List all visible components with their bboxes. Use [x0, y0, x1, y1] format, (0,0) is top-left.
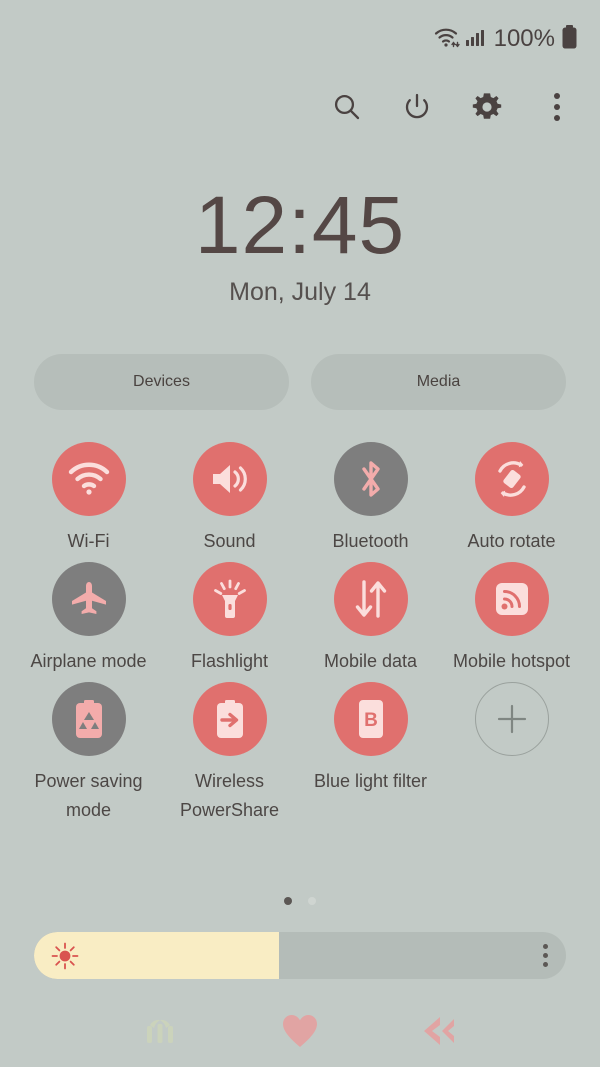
brightness-slider[interactable]	[34, 932, 566, 979]
tile-blue-light-filter[interactable]: B Blue light filter	[300, 682, 441, 825]
tile-auto-rotate[interactable]: Auto rotate	[441, 442, 582, 556]
tile-row: Wi-Fi Sound Bluetooth Auto rotate	[18, 442, 582, 556]
search-icon[interactable]	[328, 88, 366, 126]
media-button[interactable]: Media	[311, 354, 566, 410]
tile-label: Bluetooth	[332, 531, 409, 551]
tile-row: Power saving mode Wireless PowerShare B	[18, 682, 582, 825]
tile-wifi[interactable]: Wi-Fi	[18, 442, 159, 556]
tile-power-saving-mode[interactable]: Power saving mode	[18, 682, 159, 825]
shortcut-pill-row: Devices Media	[34, 354, 566, 410]
add-tile-icon	[474, 682, 549, 756]
status-icons: 100%	[434, 24, 578, 55]
brightness-sun-icon	[50, 941, 80, 971]
tile-label: Wi-Fi	[67, 531, 110, 551]
back-button[interactable]	[408, 1008, 472, 1060]
tile-label: Sound	[203, 531, 256, 551]
battery-percent-label: 100%	[493, 25, 555, 52]
blue-light-filter-icon: B	[333, 682, 408, 756]
tile-label: Power saving mode	[34, 771, 143, 820]
power-saving-icon	[51, 682, 126, 756]
mobile-data-icon	[333, 562, 408, 636]
clock-date: Mon, July 14	[229, 278, 371, 306]
tile-label: Airplane mode	[30, 651, 147, 671]
tile-mobile-data[interactable]: Mobile data	[300, 562, 441, 676]
tile-label: Mobile hotspot	[452, 651, 571, 671]
tile-row: Airplane mode Flashlight Mobile data Mob…	[18, 562, 582, 676]
tile-label: Auto rotate	[467, 531, 556, 551]
tile-label: Mobile data	[323, 651, 418, 671]
brightness-options-icon[interactable]	[543, 944, 548, 967]
quick-panel-toolbar	[328, 88, 576, 126]
page-indicator	[0, 897, 600, 905]
bluetooth-icon	[333, 442, 408, 516]
sound-speaker-icon	[192, 442, 267, 516]
tile-label: Flashlight	[190, 651, 269, 671]
svg-text:B: B	[364, 710, 378, 731]
clock-time: 12:45	[194, 180, 406, 271]
settings-gear-icon[interactable]	[468, 88, 506, 126]
power-icon[interactable]	[398, 88, 436, 126]
tile-mobile-hotspot[interactable]: Mobile hotspot	[441, 562, 582, 676]
recents-button[interactable]	[128, 1008, 192, 1060]
back-chevron-icon	[418, 1013, 462, 1054]
tile-flashlight[interactable]: Flashlight	[159, 562, 300, 676]
tile-sound[interactable]: Sound	[159, 442, 300, 556]
tile-airplane-mode[interactable]: Airplane mode	[18, 562, 159, 676]
quick-setting-tiles: Wi-Fi Sound Bluetooth Auto rotate Airpla…	[18, 442, 582, 831]
battery-full-icon	[561, 24, 578, 55]
mobile-hotspot-icon	[474, 562, 549, 636]
tile-label: Wireless PowerShare	[179, 771, 280, 820]
tile-wireless-powershare[interactable]: Wireless PowerShare	[159, 682, 300, 825]
wifi-data-icon	[434, 26, 460, 53]
wifi-icon	[51, 442, 126, 516]
tile-bluetooth[interactable]: Bluetooth	[300, 442, 441, 556]
wireless-powershare-icon	[192, 682, 267, 756]
tile-add-button[interactable]	[441, 682, 582, 825]
clock-block[interactable]: 12:45 Mon, July 14	[0, 182, 600, 307]
overflow-dots	[554, 93, 560, 121]
home-button[interactable]	[268, 1008, 332, 1060]
navigation-bar	[0, 1000, 600, 1067]
flashlight-icon	[192, 562, 267, 636]
devices-button[interactable]: Devices	[34, 354, 289, 410]
overflow-menu-icon[interactable]	[538, 88, 576, 126]
tile-label: Blue light filter	[313, 771, 428, 791]
recents-icon	[138, 1011, 182, 1056]
page-dot-1[interactable]	[284, 897, 292, 905]
auto-rotate-icon	[474, 442, 549, 516]
cellular-signal-icon	[465, 27, 485, 52]
status-bar: 100%	[0, 0, 600, 78]
home-heart-icon	[279, 1011, 321, 1056]
page-dot-2[interactable]	[308, 897, 316, 905]
airplane-icon	[51, 562, 126, 636]
